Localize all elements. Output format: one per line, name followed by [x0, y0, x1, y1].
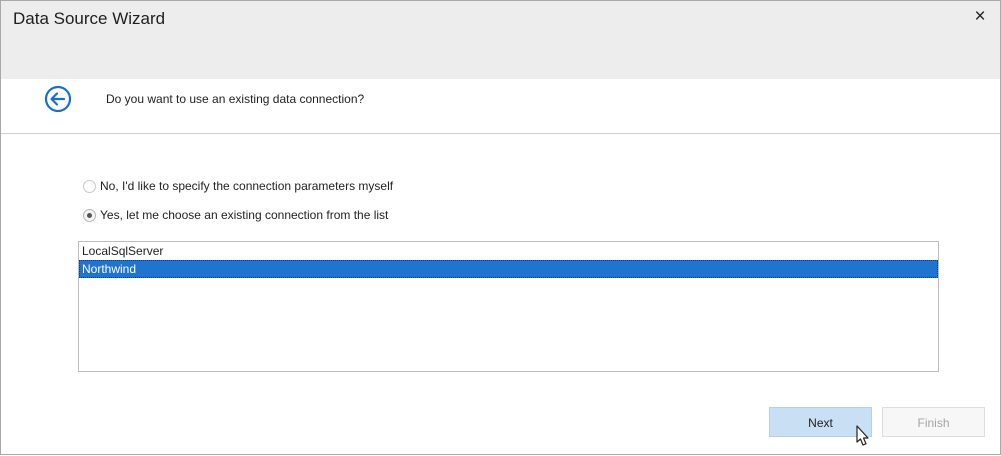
option-new-connection-label: No, I'd like to specify the connection p…	[100, 179, 394, 193]
close-button[interactable]: ×	[968, 5, 992, 29]
radio-existing-connection[interactable]	[83, 208, 96, 222]
window-title: Data Source Wizard	[13, 9, 166, 28]
header-divider	[1, 133, 1000, 134]
option-existing-connection-label: Yes, let me choose an existing connectio…	[100, 208, 389, 222]
back-arrow-circle-icon[interactable]	[41, 82, 75, 116]
next-button[interactable]: Next	[769, 407, 872, 437]
radio-new-connection[interactable]	[83, 179, 96, 193]
list-item[interactable]: LocalSqlServer	[79, 242, 938, 260]
connection-list[interactable]: LocalSqlServer Northwind	[78, 241, 939, 372]
finish-button[interactable]: Finish	[882, 407, 985, 437]
wizard-question: Do you want to use an existing data conn…	[106, 92, 365, 106]
list-item-selected[interactable]: Northwind	[79, 260, 938, 278]
option-new-connection[interactable]: No, I'd like to specify the connection p…	[83, 177, 393, 195]
option-existing-connection[interactable]: Yes, let me choose an existing connectio…	[83, 206, 388, 224]
title-bar: Data Source Wizard ×	[1, 1, 1000, 79]
wizard-window: Data Source Wizard × Do you want to use …	[0, 0, 1001, 455]
